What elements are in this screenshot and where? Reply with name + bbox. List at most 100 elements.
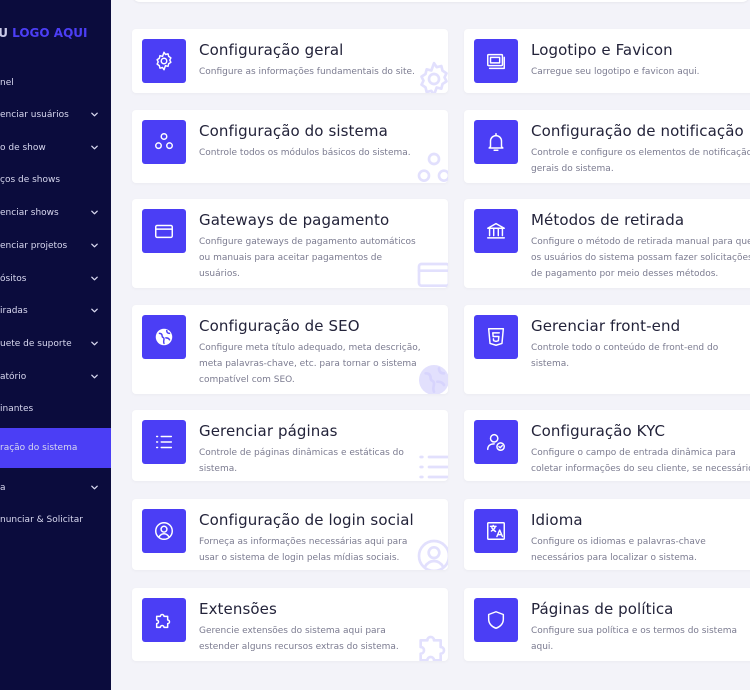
card-description: Controle de páginas dinâmicas e estática… [199, 445, 404, 477]
sidebar-item-12[interactable]: a [0, 475, 111, 501]
image-icon [485, 50, 507, 72]
gear-icon [153, 50, 175, 72]
sidebar-item-9[interactable]: atório [0, 364, 111, 390]
sidebar-item-label: enciar projetos [0, 241, 68, 251]
card-icon-box [142, 315, 186, 359]
sidebar-item-label: ósitos [0, 274, 27, 284]
bell-icon [485, 131, 507, 153]
sidebar-item-label: nel [0, 78, 14, 88]
sidebar-item-5[interactable]: enciar projetos [0, 233, 111, 259]
card-description-line: coletar informações do seu cliente, se n… [531, 464, 750, 474]
card-title: Configuração KYC [531, 422, 666, 440]
list-watermark-icon [414, 447, 448, 481]
card-title: Gateways de pagamento [199, 211, 390, 229]
settings-card[interactable]: Configuração geral Configure as informaçõ… [132, 29, 448, 93]
card-description-line: Controle todos os módulos básicos do sis… [199, 148, 411, 158]
sidebar-item-2[interactable]: o de show [0, 135, 111, 161]
card-description: Controle e configure os elementos de not… [531, 145, 750, 177]
card-description: Configure o campo de entrada dinâmica pa… [531, 445, 750, 477]
settings-card[interactable]: Métodos de retirada Configure o método de… [464, 199, 750, 288]
settings-card[interactable]: Configuração KYC Configure o campo de ent… [464, 410, 750, 481]
chevron-down-icon [90, 372, 99, 381]
card-description-line: Configure meta título adequado, meta des… [199, 343, 421, 353]
card-description-line: meta palavras-chave, etc. para tornar o … [199, 359, 417, 369]
user-circle-watermark-icon [414, 536, 448, 570]
sidebar-item-0[interactable]: nel [0, 70, 111, 96]
chevron-down-icon [90, 208, 99, 217]
modules-watermark-icon [414, 149, 448, 183]
card-icon-box [142, 120, 186, 164]
chevron-down-icon [90, 483, 99, 492]
sidebar-item-label: iradas [0, 306, 28, 316]
sidebar-item-label: nunciar & Solicitar [0, 515, 83, 525]
settings-card[interactable]: Idioma Configure os idiomas e palavras-ch… [464, 499, 750, 570]
card-title: Configuração de login social [199, 511, 414, 529]
card-description-line: Configure as informações fundamentais do… [199, 67, 415, 77]
card-icon-box [474, 39, 518, 83]
card-description-line: Configure o método de retirada manual pa… [531, 237, 750, 247]
card-description-line: de pagamento por meio desses métodos. [531, 269, 719, 279]
sidebar-item-3[interactable]: ços de shows [0, 167, 111, 193]
top-search-bar[interactable] [132, 0, 750, 2]
card-icon-box [474, 598, 518, 642]
card-title: Configuração de SEO [199, 317, 360, 335]
chevron-down-icon [90, 241, 99, 250]
card-description: Controle todo o conteúdo de front-end do… [531, 340, 718, 372]
settings-card[interactable]: Páginas de política Configure sua polític… [464, 588, 750, 661]
sidebar-item-4[interactable]: enciar shows [0, 200, 111, 226]
sidebar-item-11[interactable]: ração do sistema [0, 428, 111, 468]
logo-text: LOGO AQUI [12, 26, 88, 40]
settings-card[interactable]: Configuração do sistema Controle todos os… [132, 110, 448, 183]
card-title: Configuração do sistema [199, 122, 388, 140]
card-icon-box [142, 509, 186, 553]
settings-card[interactable]: Gerenciar front-end Controle todo o conte… [464, 305, 750, 394]
card-description: Configure as informações fundamentais do… [199, 64, 415, 80]
chevron-down-icon [90, 274, 99, 283]
card-description: Gerencie extensões do sistema aqui para e… [199, 623, 399, 655]
sidebar-item-1[interactable]: enciar usuários [0, 102, 111, 128]
card-icon-box [474, 209, 518, 253]
logo[interactable]: EU LOGO AQUI [0, 26, 88, 40]
card-description-line: Controle todo o conteúdo de front-end do [531, 343, 719, 353]
settings-card[interactable]: Extensões Gerencie extensões do sistema a… [132, 588, 448, 661]
card-description-line: Controle de páginas dinâmicas e estática… [199, 448, 404, 458]
user-check-icon [485, 431, 507, 453]
card-description: Configure os idiomas e palavras-chave nec… [531, 534, 706, 566]
translate-icon [485, 520, 507, 542]
card-icon-box [474, 315, 518, 359]
sidebar-item-label: ços de shows [0, 175, 61, 185]
card-icon-box [142, 209, 186, 253]
card-title: Gerenciar front-end [531, 317, 681, 335]
card-title: Logotipo e Favicon [531, 41, 673, 59]
card-description-line: gerais do sistema. [531, 164, 614, 174]
settings-card[interactable]: Logotipo e Favicon Carregue seu logotipo … [464, 29, 750, 93]
card-description: Forneça as informações necessárias aqui … [199, 534, 407, 566]
card-title: Extensões [199, 600, 277, 618]
card-icon-box [142, 420, 186, 464]
card-description-line: Controle e configure os elementos de not… [531, 148, 750, 158]
sidebar-item-label: ração do sistema [0, 443, 78, 453]
settings-card[interactable]: Configuração de login social Forneça as i… [132, 499, 448, 570]
card-description: Configure gateways de pagamento automáti… [199, 234, 416, 282]
settings-card[interactable]: Gerenciar páginas Controle de páginas din… [132, 410, 448, 481]
sidebar-item-label: a [0, 483, 6, 493]
sidebar-item-10[interactable]: inantes [0, 396, 111, 422]
logo-prefix: EU [0, 26, 8, 40]
sidebar-item-6[interactable]: ósitos [0, 266, 111, 292]
card-description-line: Configure o campo de entrada dinâmica pa… [531, 448, 736, 458]
card-icon-box [474, 509, 518, 553]
sidebar-item-7[interactable]: iradas [0, 298, 111, 324]
card-description-line: sistema. [199, 464, 238, 474]
card-description-line: Configure os idiomas e palavras-chave [531, 537, 706, 547]
card-description: Carregue seu logotipo e favicon aqui. [531, 64, 700, 80]
sidebar-item-13[interactable]: nunciar & Solicitar [0, 507, 111, 533]
settings-card[interactable]: Configuração de SEO Configure meta título… [132, 305, 448, 394]
card-description-line: os usuários do sistema possam fazer soli… [531, 253, 750, 263]
card-description-line: aqui. [531, 642, 554, 652]
globe-icon [153, 326, 175, 348]
card-title: Páginas de política [531, 600, 674, 618]
sidebar-item-8[interactable]: uete de suporte [0, 331, 111, 357]
settings-card[interactable]: Gateways de pagamento Configure gateways … [132, 199, 448, 288]
card-description-line: Configure gateways de pagamento automáti… [199, 237, 416, 247]
settings-card[interactable]: Configuração de notificação Controle e co… [464, 110, 750, 183]
